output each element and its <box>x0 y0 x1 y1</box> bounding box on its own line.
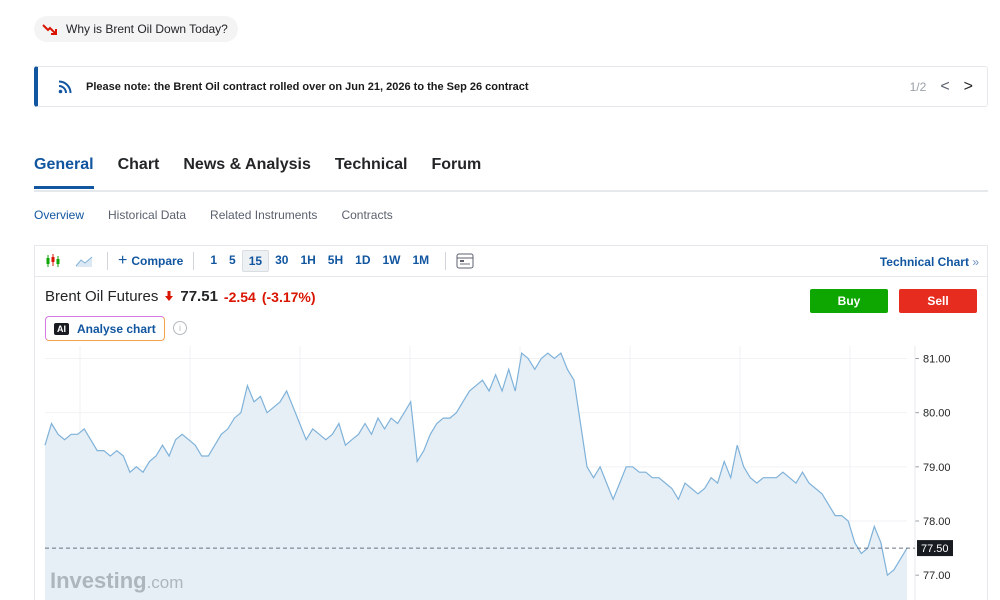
sub-navigation: Overview Historical Data Related Instrum… <box>34 208 393 222</box>
last-price: 77.51 <box>180 288 218 305</box>
tab-forum[interactable]: Forum <box>431 156 481 189</box>
y-tick-label: 79.00 <box>923 462 951 474</box>
notice-text: Please note: the Brent Oil contract roll… <box>86 80 529 93</box>
buy-button[interactable]: Buy <box>810 289 888 313</box>
main-tabs: General Chart News & Analysis Technical … <box>34 156 481 189</box>
pager-count: 1/2 <box>909 79 927 94</box>
pill-label: Why is Brent Oil Down Today? <box>66 22 228 36</box>
y-tick-label: 78.00 <box>923 516 951 528</box>
info-icon[interactable]: i <box>173 321 187 335</box>
analyse-chart-button[interactable]: AI Analyse chart <box>45 316 165 341</box>
y-tick-label: 77.00 <box>923 570 951 582</box>
chevron-right-icon[interactable]: > <box>964 78 973 95</box>
current-price-label: 77.50 <box>921 543 949 555</box>
y-tick-label: 81.00 <box>923 354 951 366</box>
subnav-contracts[interactable]: Contracts <box>341 208 392 222</box>
subnav-historical-data[interactable]: Historical Data <box>108 208 186 222</box>
tabs-divider <box>34 190 988 192</box>
rss-icon <box>58 80 72 94</box>
price-change: -2.54 <box>223 288 256 305</box>
y-tick-label: 80.00 <box>923 408 951 420</box>
ai-icon: AI <box>54 322 69 335</box>
tab-technical[interactable]: Technical <box>335 156 408 189</box>
tab-chart[interactable]: Chart <box>118 156 160 189</box>
instrument-header: Brent Oil Futures 77.51 -2.54 (-3.17%) <box>45 288 316 305</box>
sell-button[interactable]: Sell <box>899 289 977 313</box>
trend-down-icon <box>42 23 58 35</box>
chart-panel: + Compare 1 5 15 30 1H 5H 1D 1W 1M Techn… <box>34 245 988 600</box>
chevron-left-icon[interactable]: < <box>940 78 949 95</box>
subnav-overview[interactable]: Overview <box>34 208 84 222</box>
tab-general[interactable]: General <box>34 156 94 189</box>
subnav-related-instruments[interactable]: Related Instruments <box>210 208 317 222</box>
investing-watermark-suffix: .com <box>147 573 184 592</box>
notice-pager: 1/2 < > <box>910 67 973 106</box>
why-down-pill[interactable]: Why is Brent Oil Down Today? <box>34 16 238 42</box>
rollover-notice: Please note: the Brent Oil contract roll… <box>34 66 988 107</box>
price-change-percent: (-3.17%) <box>261 288 316 305</box>
page: Why is Brent Oil Down Today? Please note… <box>0 0 1000 600</box>
analyse-chart-label: Analyse chart <box>77 321 156 336</box>
arrow-down-icon <box>164 288 174 305</box>
tab-news-analysis[interactable]: News & Analysis <box>183 156 310 189</box>
instrument-name: Brent Oil Futures <box>45 288 159 305</box>
